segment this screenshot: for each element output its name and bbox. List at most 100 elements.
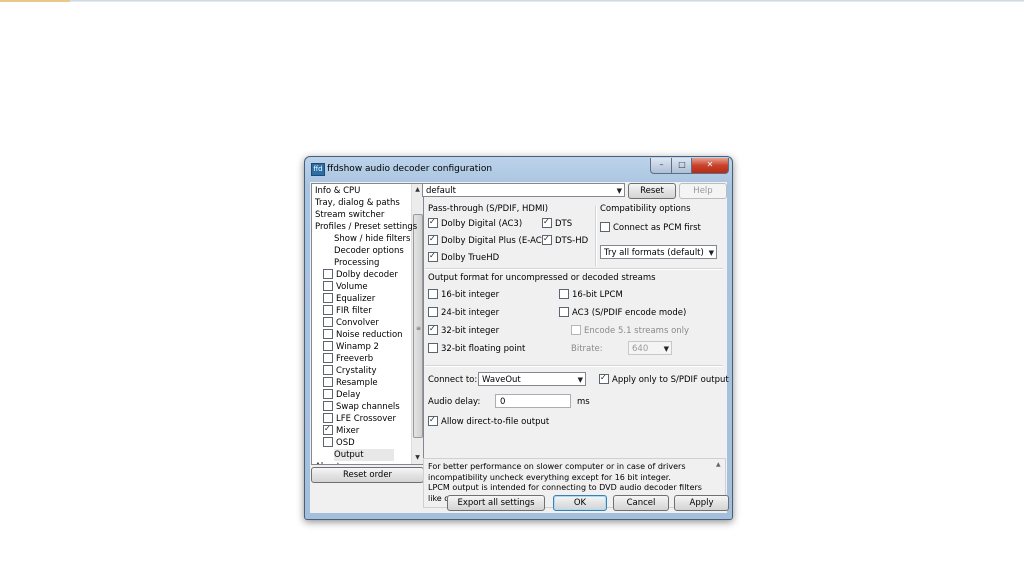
bitrate-value: 640 [632,344,649,354]
preset-select[interactable]: default ▼ [422,183,625,197]
pcm-first-checkbox[interactable]: Connect as PCM first [600,221,701,234]
minimize-button[interactable]: – [650,158,673,174]
checkbox-unchecked-icon[interactable] [323,316,333,327]
checkbox-unchecked-icon[interactable] [323,412,333,423]
lpcm16-checkbox[interactable]: 16-bit LPCM [559,288,623,301]
checkbox-checked-icon [428,324,438,335]
int32-checkbox[interactable]: 32-bit integer [428,324,499,337]
tree-item[interactable]: Crystality [323,364,377,377]
export-settings-button[interactable]: Export all settings [447,495,545,511]
bitrate-select[interactable]: 640 ▼ [628,341,672,355]
ac3-checkbox[interactable]: Dolby Digital (AC3) [428,217,522,230]
checkbox-checked-icon [428,217,438,228]
tree-item[interactable]: About [315,461,340,464]
checkbox-checked-icon [599,373,609,384]
group-divider [595,205,597,267]
audio-delay-input[interactable]: 0 [495,394,571,408]
checkbox-unchecked-icon[interactable] [323,292,333,303]
settings-tree: ▲ ≡ ▼ Info & CPU Tray, dialog & paths Stre… [311,183,424,465]
reset-order-button[interactable]: Reset order [311,467,424,483]
tree-item[interactable]: Delay [323,388,360,401]
checkbox-unchecked-icon[interactable] [323,268,333,279]
scroll-up-arrow-icon[interactable]: ▲ [413,185,422,195]
delay-unit: ms [577,397,590,407]
direct-file-checkbox[interactable]: Allow direct-to-file output [428,415,549,428]
eac3-checkbox[interactable]: Dolby Digital Plus (E-AC3) [428,234,550,247]
tree-item-label: LFE Crossover [336,414,396,424]
tree-item[interactable]: Equalizer [323,292,376,305]
dtshd-checkbox[interactable]: DTS-HD [542,234,588,247]
tree-item[interactable]: OSD [323,436,355,449]
close-button[interactable]: ✕ [691,158,729,174]
checkbox-unchecked-icon [428,306,438,317]
tree-item[interactable]: Noise reduction [323,328,403,341]
tree-item[interactable]: Tray, dialog & paths [315,197,400,209]
int24-checkbox[interactable]: 24-bit integer [428,306,499,319]
encode51-checkbox[interactable]: Encode 5.1 streams only [571,324,689,337]
tree-item[interactable]: Winamp 2 [323,340,379,353]
help-button[interactable]: Help [679,183,727,199]
checkbox-unchecked-icon[interactable] [323,280,333,291]
dts-checkbox[interactable]: DTS [542,217,572,230]
tree-item[interactable]: Dolby decoder [323,268,398,281]
spdif-only-checkbox[interactable]: Apply only to S/PDIF output [599,373,729,386]
desktop-top-edge [0,0,1024,2]
formats-select[interactable]: Try all formats (default) ▼ [600,245,717,259]
checkbox-unchecked-icon [600,221,610,232]
tree-item[interactable]: Mixer [323,424,359,437]
tree-item[interactable]: Show / hide filters [334,233,410,245]
checkbox-unchecked-icon [571,324,581,335]
tree-item[interactable]: Freeverb [323,352,373,365]
checkbox-unchecked-icon[interactable] [323,340,333,351]
checkbox-checked-icon[interactable] [323,424,333,435]
tree-item-label: Processing [334,258,380,268]
tree-item[interactable]: Info & CPU [315,185,360,197]
tree-item[interactable]: Swap channels [323,400,400,413]
ok-button[interactable]: OK [553,495,607,511]
checkbox-unchecked-icon[interactable] [323,388,333,399]
checkbox-unchecked-icon [559,306,569,317]
ac3-encode-checkbox[interactable]: AC3 (S/PDIF encode mode) [559,306,686,319]
tree-item[interactable]: Processing [334,257,379,269]
tree-item-label: Info & CPU [315,186,361,196]
scroll-thumb[interactable]: ≡ [413,214,423,438]
checkbox-unchecked-icon[interactable] [323,376,333,387]
checkbox-unchecked-icon[interactable] [323,364,333,375]
tree-item-label: Crystality [336,366,377,376]
tree-item[interactable]: Output [334,449,394,461]
dropdown-arrow-icon: ▼ [616,187,622,195]
tree-item[interactable]: Stream switcher [315,209,384,221]
tree-item[interactable]: LFE Crossover [323,412,396,425]
cancel-button[interactable]: Cancel [613,495,669,511]
scroll-up-arrow-icon[interactable]: ▲ [716,461,721,468]
maximize-button[interactable]: □ [671,158,693,174]
int16-checkbox[interactable]: 16-bit integer [428,288,499,301]
checkbox-unchecked-icon[interactable] [323,328,333,339]
tree-item-label: Volume [336,282,368,292]
tree-item-label: Tray, dialog & paths [315,198,400,208]
tree-item[interactable]: Profiles / Preset settings [315,221,417,233]
tree-item[interactable]: Resample [323,376,378,389]
checkbox-unchecked-icon[interactable] [323,436,333,447]
connect-select[interactable]: WaveOut ▼ [478,372,586,386]
scroll-grip-icon: ≡ [416,325,422,332]
tree-item[interactable]: FIR filter [323,304,372,317]
scroll-down-arrow-icon[interactable]: ▼ [413,453,422,463]
checkbox-unchecked-icon[interactable] [323,304,333,315]
apply-button[interactable]: Apply [674,495,729,511]
connect-label: Connect to: [428,375,478,385]
tree-item-label: Equalizer [336,294,376,304]
checkbox-unchecked-icon[interactable] [323,352,333,363]
checkbox-checked-icon [542,234,552,245]
audio-delay-label: Audio delay: [428,397,481,407]
tree-item[interactable]: Convolver [323,316,379,329]
truehd-checkbox[interactable]: Dolby TrueHD [428,251,499,264]
tree-item[interactable]: Decoder options [334,245,404,257]
float32-checkbox[interactable]: 32-bit floating point [428,342,525,355]
tree-item-label: Noise reduction [336,330,403,340]
title-bar[interactable]: ffd ffdshow audio decoder configuration … [305,157,732,181]
tree-item[interactable]: Volume [323,280,368,293]
dropdown-arrow-icon: ▼ [708,249,714,257]
preset-reset-button[interactable]: Reset [628,183,676,199]
checkbox-unchecked-icon[interactable] [323,400,333,411]
